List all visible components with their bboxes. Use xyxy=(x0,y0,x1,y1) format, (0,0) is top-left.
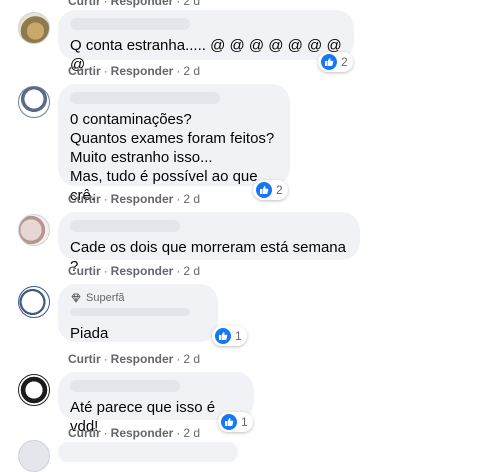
comment-text: 0 contaminações? Quantos exames foram fe… xyxy=(70,111,275,204)
comment-bubble xyxy=(58,442,238,462)
avatar[interactable] xyxy=(18,214,50,246)
like-link[interactable]: Curtir xyxy=(68,426,101,440)
reply-link[interactable]: Responder xyxy=(111,426,174,440)
comment-bubble: Cade os dois que morreram está semana ? xyxy=(58,212,360,275)
avatar[interactable] xyxy=(18,440,50,472)
like-icon xyxy=(215,328,231,344)
avatar[interactable] xyxy=(18,286,50,318)
timestamp[interactable]: 2 d xyxy=(183,0,200,8)
like-icon xyxy=(256,182,272,198)
like-link[interactable]: Curtir xyxy=(68,0,101,8)
diamond-icon xyxy=(71,293,81,303)
author-name[interactable] xyxy=(70,308,190,316)
timestamp[interactable]: 2 d xyxy=(183,192,200,206)
comment-bubble: Q conta estranha..... @ @ @ @ @ @ @ @ xyxy=(58,10,354,73)
comment-actions: Curtir · Responder · 2 d xyxy=(68,352,201,366)
reply-link[interactable]: Responder xyxy=(111,0,174,8)
like-link[interactable]: Curtir xyxy=(68,264,101,278)
reply-link[interactable]: Responder xyxy=(111,264,174,278)
superfan-badge: Superfã xyxy=(70,292,206,304)
avatar[interactable] xyxy=(18,12,50,44)
timestamp[interactable]: 2 d xyxy=(183,64,200,78)
avatar[interactable] xyxy=(18,374,50,406)
reaction-count[interactable]: 2 xyxy=(318,52,353,72)
comment-actions: Curtir · Responder · 2 d xyxy=(68,192,201,206)
timestamp[interactable]: 2 d xyxy=(183,352,200,366)
comment-text: Piada xyxy=(70,325,109,342)
comment-bubble: Superfã Piada xyxy=(58,284,218,342)
comment-actions-top: Curtir · Responder · 2 d xyxy=(68,0,200,8)
comment-actions: Curtir · Responder · 2 d xyxy=(68,64,201,78)
author-name[interactable] xyxy=(70,92,220,104)
like-link[interactable]: Curtir xyxy=(68,352,101,366)
timestamp[interactable]: 2 d xyxy=(183,426,200,440)
reply-link[interactable]: Responder xyxy=(111,192,174,206)
comment-actions: Curtir · Responder · 2 d xyxy=(68,264,201,278)
author-name[interactable] xyxy=(70,220,180,232)
reaction-count[interactable]: 1 xyxy=(218,412,253,432)
timestamp[interactable]: 2 d xyxy=(183,264,200,278)
like-link[interactable]: Curtir xyxy=(68,64,101,78)
like-link[interactable]: Curtir xyxy=(68,192,101,206)
reaction-count[interactable]: 2 xyxy=(253,180,288,200)
reply-link[interactable]: Responder xyxy=(111,352,174,366)
like-icon xyxy=(321,54,337,70)
reaction-count[interactable]: 1 xyxy=(212,326,247,346)
author-name[interactable] xyxy=(70,380,180,392)
author-name[interactable] xyxy=(70,18,190,30)
comment-actions: Curtir · Responder · 2 d xyxy=(68,426,201,440)
avatar[interactable] xyxy=(18,86,50,118)
reply-link[interactable]: Responder xyxy=(111,64,174,78)
comment-bubble: 0 contaminações? Quantos exames foram fe… xyxy=(58,84,290,204)
like-icon xyxy=(221,414,237,430)
